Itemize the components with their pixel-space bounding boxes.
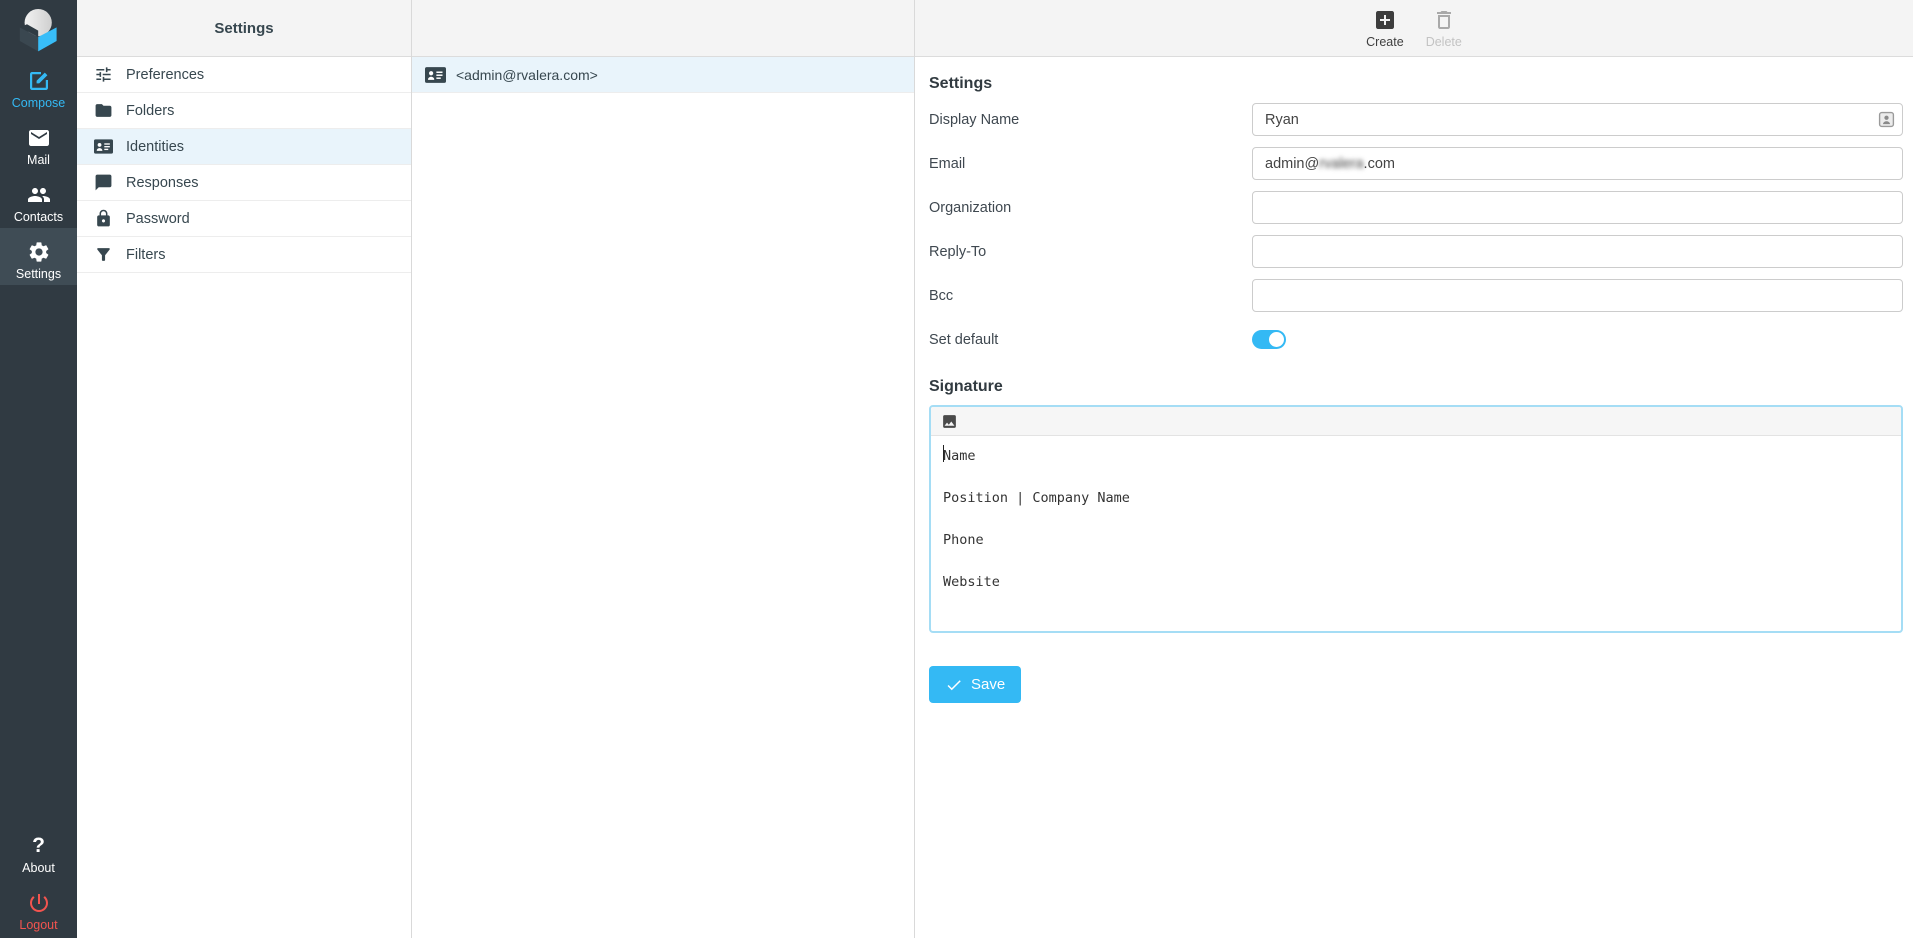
identity-row[interactable]: <admin@rvalera.com> (412, 57, 914, 93)
app-window: Compose Mail Contacts Settings ? About (0, 0, 1913, 938)
insert-image-button[interactable] (941, 413, 958, 430)
task-about-label: About (22, 861, 55, 875)
set-default-toggle[interactable] (1252, 330, 1286, 349)
delete-button[interactable]: Delete (1426, 8, 1462, 49)
email-value-suffix: .com (1364, 156, 1395, 172)
task-logout-label: Logout (19, 918, 57, 932)
task-menu: Compose Mail Contacts Settings ? About (0, 0, 77, 938)
menu-item-label: Preferences (126, 67, 204, 83)
identity-form-pane: Create Delete Settings Display Name (915, 0, 1913, 938)
roundcube-logo[interactable] (0, 0, 77, 57)
tune-icon (94, 65, 113, 84)
mail-icon (27, 126, 51, 150)
bcc-row: Bcc (929, 279, 1903, 312)
email-label: Email (929, 156, 1252, 172)
task-compose[interactable]: Compose (0, 57, 77, 114)
menu-item-label: Responses (126, 175, 199, 191)
identities-panel: <admin@rvalera.com> (412, 0, 915, 938)
image-icon (941, 413, 958, 430)
set-default-label: Set default (929, 332, 1252, 348)
task-compose-label: Compose (12, 96, 66, 110)
create-button[interactable]: Create (1366, 8, 1404, 49)
reply-to-row: Reply-To (929, 235, 1903, 268)
compose-icon (27, 69, 51, 93)
settings-menu-title: Settings (214, 20, 273, 37)
email-value-prefix: admin@ (1265, 156, 1319, 172)
identities-header (412, 0, 914, 57)
add-box-icon (1373, 8, 1397, 32)
settings-menu-panel: Settings Preferences Folders (77, 0, 412, 938)
checkmark-icon (945, 676, 963, 694)
bcc-input[interactable] (1252, 279, 1903, 312)
reply-to-input[interactable] (1252, 235, 1903, 268)
delete-button-label: Delete (1426, 35, 1462, 49)
display-name-row: Display Name (929, 103, 1903, 136)
form-section-title: Settings (929, 75, 1903, 93)
menu-item-label: Folders (126, 103, 174, 119)
signature-editor-toolbar (931, 407, 1901, 436)
task-settings-label: Settings (16, 267, 61, 281)
menu-item-identities[interactable]: Identities (77, 129, 411, 165)
task-contacts[interactable]: Contacts (0, 171, 77, 228)
autofill-icon[interactable] (1878, 111, 1895, 128)
set-default-row: Set default (929, 330, 1903, 349)
task-logout[interactable]: Logout (0, 879, 77, 936)
bcc-label: Bcc (929, 288, 1252, 304)
task-mail-label: Mail (27, 153, 50, 167)
text-cursor (943, 445, 944, 462)
speech-bubble-icon (94, 173, 113, 192)
email-input[interactable]: admin@rvalera.com (1252, 147, 1903, 180)
display-name-input[interactable] (1252, 103, 1903, 136)
signature-text: Name Position | Company Name Phone Websi… (943, 446, 1889, 593)
identities-toolbar: Create Delete (915, 0, 1913, 57)
identities-list: <admin@rvalera.com> (412, 57, 914, 93)
signature-textarea[interactable]: Name Position | Company Name Phone Websi… (931, 436, 1901, 631)
organization-row: Organization (929, 191, 1903, 224)
task-mail[interactable]: Mail (0, 114, 77, 171)
task-contacts-label: Contacts (14, 210, 63, 224)
contacts-icon (27, 183, 51, 207)
save-button-label: Save (971, 676, 1005, 693)
question-mark-icon: ? (32, 834, 45, 858)
id-card-icon (94, 137, 113, 156)
menu-item-password[interactable]: Password (77, 201, 411, 237)
folder-icon (94, 101, 113, 120)
task-about[interactable]: ? About (0, 822, 77, 879)
trash-icon (1432, 8, 1456, 32)
settings-menu-header: Settings (77, 0, 411, 57)
id-card-icon (425, 67, 446, 83)
settings-menu-list: Preferences Folders Identities (77, 57, 411, 273)
save-button[interactable]: Save (929, 666, 1021, 703)
gear-icon (27, 240, 51, 264)
menu-item-folders[interactable]: Folders (77, 93, 411, 129)
signature-section-title: Signature (929, 378, 1903, 396)
identity-row-label: <admin@rvalera.com> (456, 67, 598, 83)
task-settings[interactable]: Settings (0, 228, 77, 285)
create-button-label: Create (1366, 35, 1404, 49)
toggle-knob (1269, 332, 1284, 347)
menu-item-label: Password (126, 211, 190, 227)
organization-label: Organization (929, 200, 1252, 216)
signature-editor: Name Position | Company Name Phone Websi… (929, 405, 1903, 633)
lock-icon (94, 209, 113, 228)
power-icon (27, 891, 51, 915)
roundcube-logo-icon (13, 5, 65, 53)
menu-item-filters[interactable]: Filters (77, 237, 411, 273)
display-name-label: Display Name (929, 112, 1252, 128)
email-row: Email admin@rvalera.com (929, 147, 1903, 180)
reply-to-label: Reply-To (929, 244, 1252, 260)
menu-item-label: Filters (126, 247, 165, 263)
funnel-icon (94, 245, 113, 264)
identity-form: Settings Display Name Email admin@rvaler… (915, 57, 1913, 703)
organization-input[interactable] (1252, 191, 1903, 224)
email-value-redacted: rvalera (1319, 156, 1363, 172)
menu-item-responses[interactable]: Responses (77, 165, 411, 201)
menu-item-label: Identities (126, 139, 184, 155)
menu-item-preferences[interactable]: Preferences (77, 57, 411, 93)
